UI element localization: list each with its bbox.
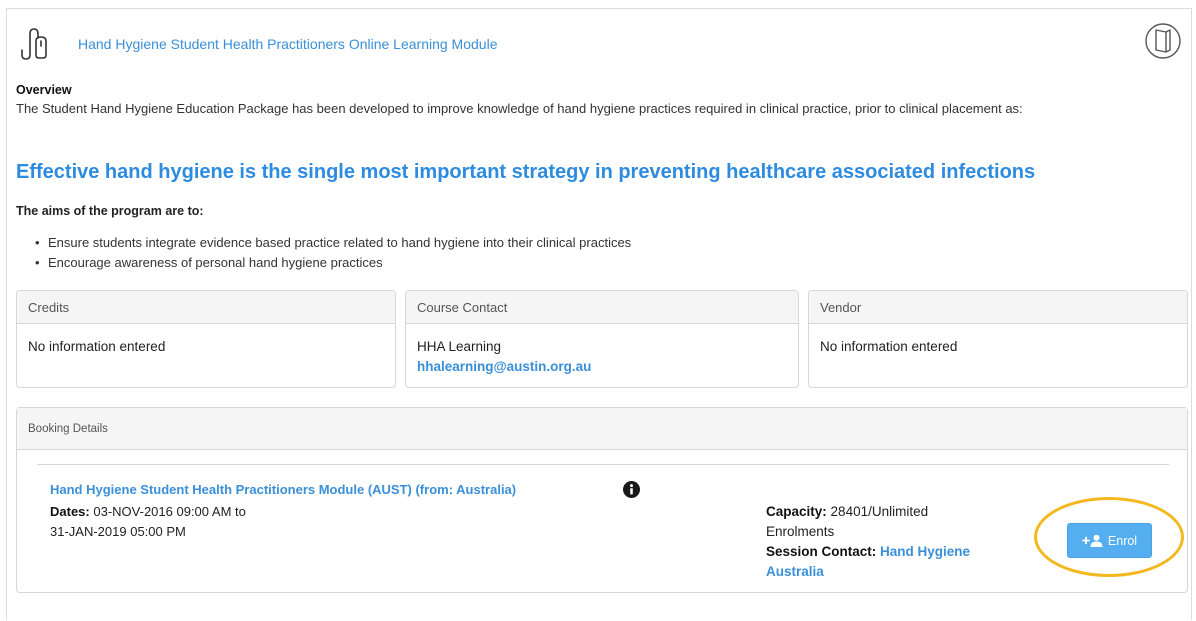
aims-list: Ensure students integrate evidence based… <box>35 233 631 273</box>
vendor-panel: Vendor No information entered <box>808 290 1188 388</box>
booking-details-panel: Booking Details Hand Hygiene Student Hea… <box>16 407 1188 593</box>
dates-start: 03-NOV-2016 09:00 AM to <box>93 504 246 519</box>
vendor-value: No information entered <box>820 339 958 354</box>
info-icon[interactable] <box>623 481 640 498</box>
session-dates: Dates: 03-NOV-2016 09:00 AM to 31-JAN-20… <box>50 502 246 542</box>
capacity-info: Capacity: 28401/Unlimited Enrolments Ses… <box>766 502 1016 582</box>
capacity-label: Capacity: <box>766 504 827 519</box>
overview-text: The Student Hand Hygiene Education Packa… <box>16 101 1023 116</box>
booking-details-heading: Booking Details <box>17 408 1187 450</box>
aims-heading: The aims of the program are to: <box>16 204 204 218</box>
session-contact-label: Session Contact: <box>766 544 877 559</box>
course-contact-email-link[interactable]: hhalearning@austin.org.au <box>417 359 591 374</box>
add-user-icon <box>1082 534 1103 547</box>
dates-end: 31-JAN-2019 05:00 PM <box>50 524 186 539</box>
session-title-link[interactable]: Hand Hygiene Student Health Practitioner… <box>50 482 516 497</box>
course-contact-heading: Course Contact <box>406 291 798 324</box>
capacity-suffix: Enrolments <box>766 524 835 539</box>
book-icon[interactable] <box>1144 21 1182 61</box>
divider <box>37 464 1169 465</box>
course-contact-name: HHA Learning <box>417 339 502 354</box>
hand-touch-icon <box>21 28 47 60</box>
credits-panel: Credits No information entered <box>16 290 396 388</box>
overview-heading: Overview <box>16 83 72 97</box>
enrol-label: Enrol <box>1107 533 1138 548</box>
credits-value: No information entered <box>28 339 166 354</box>
enrol-button[interactable]: Enrol <box>1067 523 1152 558</box>
key-message-headline: Effective hand hygiene is the single mos… <box>16 161 1036 183</box>
course-title-link[interactable]: Hand Hygiene Student Health Practitioner… <box>78 36 497 52</box>
aims-list-item: Ensure students integrate evidence based… <box>35 233 631 253</box>
credits-panel-heading: Credits <box>17 291 395 324</box>
aims-list-item: Encourage awareness of personal hand hyg… <box>35 253 631 273</box>
capacity-value: 28401/Unlimited <box>830 504 929 519</box>
course-contact-panel: Course Contact HHA Learning hhalearning@… <box>405 290 799 388</box>
vendor-panel-heading: Vendor <box>809 291 1187 324</box>
dates-label: Dates: <box>50 504 90 519</box>
